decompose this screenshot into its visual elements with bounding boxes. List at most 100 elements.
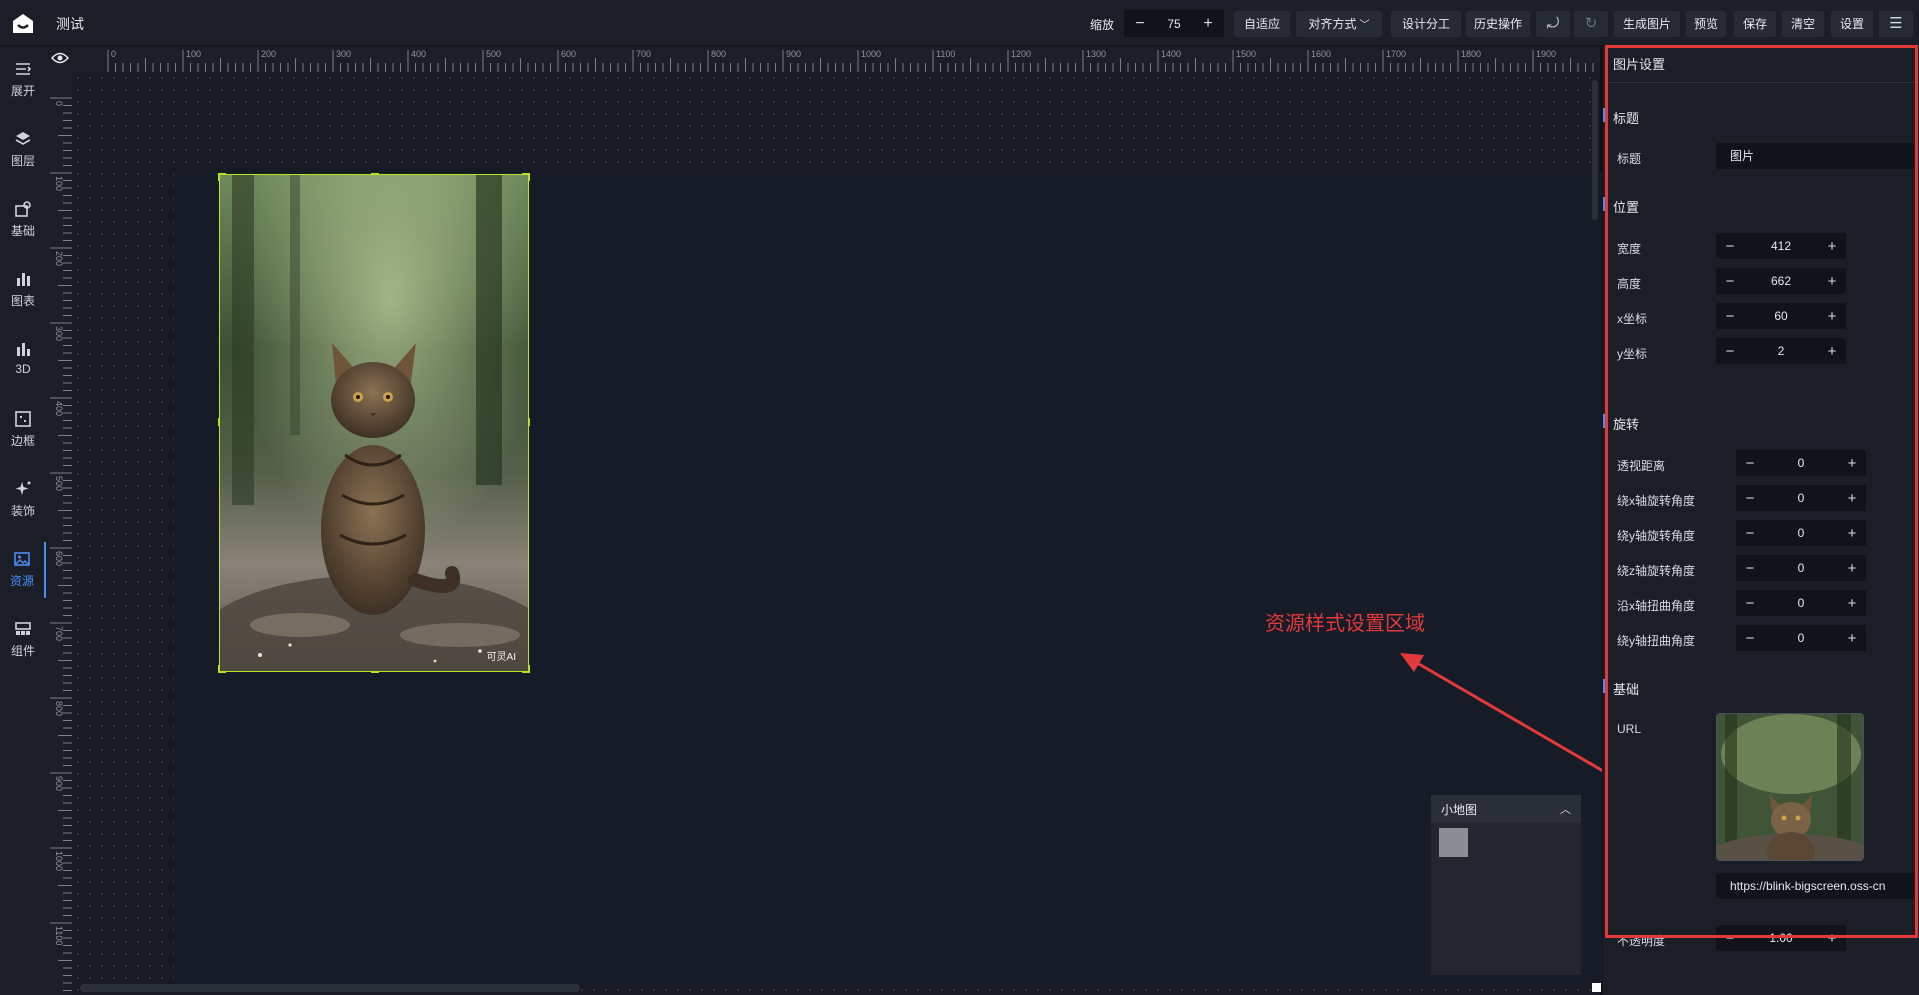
width-decrease-button[interactable]: − [1716,238,1744,255]
height-label: 高度 [1617,277,1642,291]
resize-handle-top-right[interactable] [522,173,530,181]
title-input[interactable]: 图片 [1716,143,1914,169]
align-dropdown[interactable]: 对齐方式 ﹀ [1296,11,1382,37]
resize-handle-right[interactable] [522,418,530,426]
perspective-value[interactable]: 0 [1764,456,1838,470]
minimap-panel[interactable]: 小地图 ︿ [1431,795,1581,975]
skew-y-value[interactable]: 0 [1764,631,1838,645]
opacity-increase-button[interactable]: + [1818,930,1846,947]
sidebar-item-decoration[interactable]: 装饰 [0,472,46,528]
ruler-left[interactable]: 0100200300400500600700800900100011001200 [46,72,72,995]
x-increase-button[interactable]: + [1818,308,1846,325]
y-value[interactable]: 2 [1744,344,1818,358]
rotate-x-stepper: − 0 + [1736,485,1866,511]
resize-handle-top[interactable] [371,173,379,181]
x-value[interactable]: 60 [1744,309,1818,323]
section-title-basic: 基础 [1613,682,1640,697]
panel-title: 图片设置 [1613,57,1666,72]
opacity-decrease-button[interactable]: − [1716,930,1744,947]
app-title: 测试 [56,16,84,32]
url-input[interactable]: https://blink-bigscreen.oss-cn [1716,873,1914,899]
y-decrease-button[interactable]: − [1716,343,1744,360]
y-increase-button[interactable]: + [1818,343,1846,360]
skew-x-decrease-button[interactable]: − [1736,595,1764,612]
vertical-scrollbar[interactable] [1592,80,1598,220]
rotate-x-increase-button[interactable]: + [1838,490,1866,507]
width-value[interactable]: 412 [1744,239,1818,253]
rotate-y-stepper: − 0 + [1736,520,1866,546]
resize-handle-top-left[interactable] [218,173,226,181]
settings-button[interactable]: 设置 [1831,11,1873,37]
save-button[interactable]: 保存 [1734,11,1776,37]
sidebar-item-border[interactable]: 边框 [0,402,46,458]
rotate-z-value[interactable]: 0 [1764,561,1838,575]
sidebar-item-layers[interactable]: 图层 [0,122,46,178]
canvas-workspace[interactable]: 可灵AI [72,72,1616,995]
section-marker [1603,197,1606,211]
sidebar-item-chart[interactable]: 图表 [0,262,46,318]
ruler-left-label: 0 [54,101,64,106]
redo-icon[interactable]: ↻ [1574,11,1608,37]
horizontal-scrollbar[interactable] [80,984,580,992]
height-decrease-button[interactable]: − [1716,273,1744,290]
generate-image-button[interactable]: 生成图片 [1614,11,1680,37]
perspective-decrease-button[interactable]: − [1736,455,1764,472]
zoom-value[interactable]: 75 [1156,17,1192,31]
minimap-header[interactable]: 小地图 ︿ [1431,795,1581,823]
rotate-y-value[interactable]: 0 [1764,526,1838,540]
height-value[interactable]: 662 [1744,274,1818,288]
fit-button[interactable]: 自适应 [1234,11,1290,37]
rotate-z-increase-button[interactable]: + [1838,560,1866,577]
rotate-z-decrease-button[interactable]: − [1736,560,1764,577]
history-button[interactable]: 历史操作 [1466,11,1530,37]
sidebar-item-resource[interactable]: 资源 [0,542,46,598]
height-increase-button[interactable]: + [1818,273,1846,290]
resize-handle-bottom-left[interactable] [218,665,226,673]
eye-icon[interactable] [51,51,69,65]
design-division-button[interactable]: 设计分工 [1391,11,1461,37]
ruler-top-label: 200 [261,49,276,59]
sidebar-item-label: 装饰 [10,504,35,518]
undo-icon[interactable]: ⤾ [1536,11,1570,37]
sidebar-item-3d[interactable]: 3D [0,332,46,388]
sidebar-item-label: 展开 [10,84,35,98]
cat-thumbnail [1717,714,1863,860]
sidebar-item-component[interactable]: 组件 [0,612,46,668]
chevron-up-icon[interactable]: ︿ [1560,801,1571,817]
sidebar-item-basic[interactable]: 基础 [0,192,46,248]
skew-y-increase-button[interactable]: + [1838,630,1866,647]
menu-icon[interactable]: ☰ [1879,11,1913,37]
home-logo-icon[interactable] [10,11,36,37]
perspective-stepper: − 0 + [1736,450,1866,476]
rotate-y-decrease-button[interactable]: − [1736,525,1764,542]
resize-handle-bottom[interactable] [371,665,379,673]
opacity-value[interactable]: 1.00 [1744,931,1818,945]
resize-handle-left[interactable] [218,418,226,426]
canvas-image-element[interactable]: 可灵AI [219,174,529,672]
ruler-top-label: 800 [711,49,726,59]
url-image-preview[interactable] [1716,713,1864,861]
rotate-x-decrease-button[interactable]: − [1736,490,1764,507]
clear-button[interactable]: 清空 [1782,11,1824,37]
skew-y-decrease-button[interactable]: − [1736,630,1764,647]
rotate-x-value[interactable]: 0 [1764,491,1838,505]
top-toolbar: 测试 缩放 − 75 + 自适应 对齐方式 ﹀ 设计分工 历史操作 ⤾ ↻ 生成… [0,0,1919,46]
ruler-top[interactable]: 0 100 200 300 400 500 600 700 800 900 1000 1100 1200… [46,46,1600,72]
x-decrease-button[interactable]: − [1716,308,1744,325]
properties-panel: 图片设置 标题 标题 图片 位置 宽度 − 412 + 高度 − 662 + x… [1602,46,1919,995]
width-increase-button[interactable]: + [1818,238,1846,255]
sidebar-item-label: 组件 [10,644,35,658]
preview-button[interactable]: 预览 [1686,11,1726,37]
minimap-viewport[interactable] [1439,828,1468,857]
sidebar-item-expand[interactable]: 展开 [0,52,46,108]
rotate-y-increase-button[interactable]: + [1838,525,1866,542]
layers-icon [15,132,31,145]
zoom-decrease-button[interactable]: − [1124,15,1156,33]
resize-handle-bottom-right[interactable] [522,665,530,673]
ruler-top-label: 700 [636,49,651,59]
skew-x-increase-button[interactable]: + [1838,595,1866,612]
minimap-title: 小地图 [1441,802,1478,817]
zoom-increase-button[interactable]: + [1192,15,1224,33]
perspective-increase-button[interactable]: + [1838,455,1866,472]
skew-x-value[interactable]: 0 [1764,596,1838,610]
